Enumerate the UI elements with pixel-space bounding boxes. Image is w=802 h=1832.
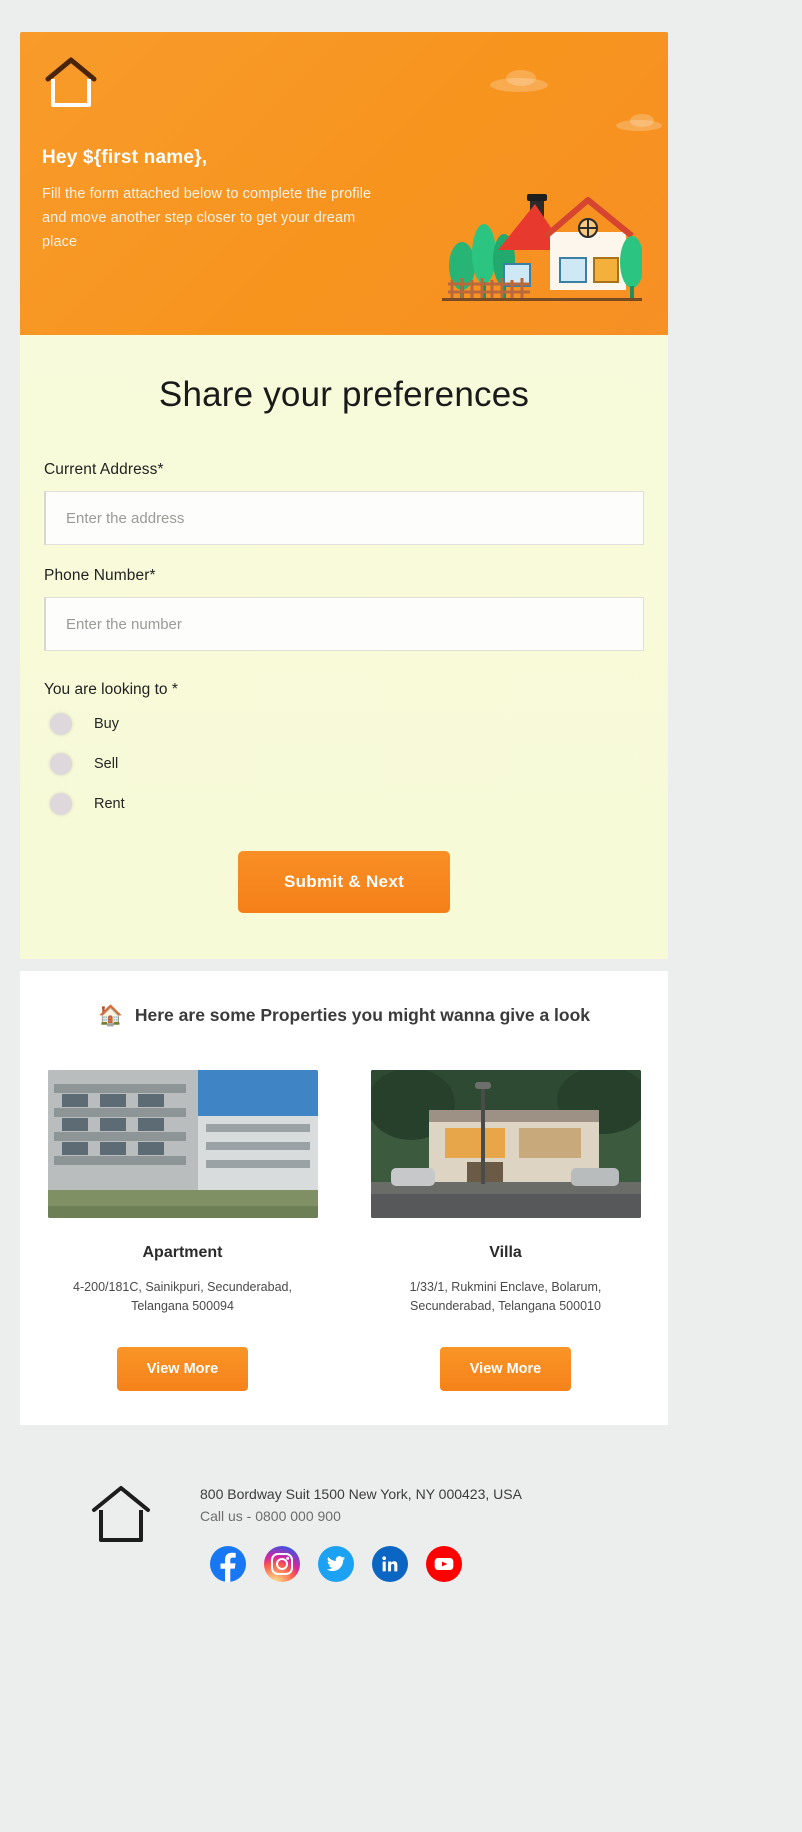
apartment-building-photo-icon [47,1070,318,1218]
submit-row: Submit & Next [44,851,644,913]
radio-label-buy: Buy [94,716,119,732]
house-illustration-icon [442,188,642,303]
radio-circle-icon[interactable] [50,713,72,735]
youtube-icon[interactable] [426,1546,462,1582]
social-links-row [200,1546,522,1582]
email-card: Hey ${first name}, Fill the form attache… [20,32,668,959]
email-page: Hey ${first name}, Fill the form attache… [0,0,802,1832]
twitter-icon[interactable] [318,1546,354,1582]
property-name-villa: Villa [489,1244,522,1261]
property-address-villa: 1/33/1, Rukmini Enclave, Bolarum, Secund… [371,1278,641,1317]
property-name-apartment: Apartment [142,1244,223,1261]
view-more-button-apartment[interactable]: View More [116,1346,249,1391]
page-footer: 800 Bordway Suit 1500 New York, NY 00042… [0,1442,802,1602]
current-address-label: Current Address* [44,461,164,478]
address-line-2: Telangana 500094 [131,1299,234,1314]
properties-heading: 🏠 Here are some Properties you might wan… [44,1005,644,1026]
radio-option-sell[interactable]: Sell [44,753,644,775]
address-line-2: Secunderabad, Telangana 500010 [410,1299,601,1314]
hero-greeting: Hey ${first name}, [42,147,208,168]
hero-text-block: Hey ${first name}, Fill the form attache… [42,147,382,255]
linkedin-icon[interactable] [372,1546,408,1582]
property-card-apartment: Apartment 4-200/181C, Sainikpuri, Secund… [47,1070,318,1391]
footer-call-us: Call us - 0800 000 900 [200,1508,341,1524]
view-more-button-villa[interactable]: View More [439,1346,572,1391]
view-more-row-villa: View More [371,1346,641,1391]
instagram-icon[interactable] [264,1546,300,1582]
radio-circle-icon[interactable] [50,793,72,815]
footer-house-logo-icon [90,1484,152,1544]
brand-house-logo-icon [44,57,98,109]
properties-heading-text: Here are some Properties you might wanna… [134,1005,591,1025]
radio-label-rent: Rent [94,796,125,812]
address-line-1: 4-200/181C, Sainikpuri, Secunderabad, [73,1280,292,1294]
villa-house-photo-icon [370,1070,641,1218]
hero-body-text: Fill the form attached below to complete… [42,186,372,250]
property-card-villa: Villa 1/33/1, Rukmini Enclave, Bolarum, … [370,1070,641,1391]
radio-option-buy[interactable]: Buy [44,713,644,735]
house-emoji-icon: 🏠 [97,1004,123,1027]
radio-label-sell: Sell [94,756,119,772]
property-address-apartment: 4-200/181C, Sainikpuri, Secunderabad, Te… [48,1278,318,1317]
looking-to-label: You are looking to * [44,681,178,698]
view-more-row-apartment: View More [48,1346,318,1391]
submit-and-next-button[interactable]: Submit & Next [237,851,451,913]
footer-contact-block: 800 Bordway Suit 1500 New York, NY 00042… [200,1474,522,1582]
phone-number-input[interactable] [44,597,644,651]
address-line-1: 1/33/1, Rukmini Enclave, Bolarum, [409,1280,602,1294]
radio-circle-icon[interactable] [50,753,72,775]
properties-section: 🏠 Here are some Properties you might wan… [20,971,668,1425]
page-title: Share your preferences [158,375,530,414]
field-phone-number: Phone Number* [44,567,644,651]
field-current-address: Current Address* [44,461,644,545]
property-grid: Apartment 4-200/181C, Sainikpuri, Secund… [44,1070,644,1391]
current-address-input[interactable] [44,491,644,545]
facebook-icon[interactable] [210,1546,246,1582]
radio-option-rent[interactable]: Rent [44,793,644,815]
hero-banner: Hey ${first name}, Fill the form attache… [20,32,668,335]
preferences-form: Share your preferences Current Address* … [20,335,668,959]
phone-number-label: Phone Number* [44,567,156,584]
footer-address: 800 Bordway Suit 1500 New York, NY 00042… [200,1486,522,1502]
footer-inner: 800 Bordway Suit 1500 New York, NY 00042… [0,1474,802,1582]
